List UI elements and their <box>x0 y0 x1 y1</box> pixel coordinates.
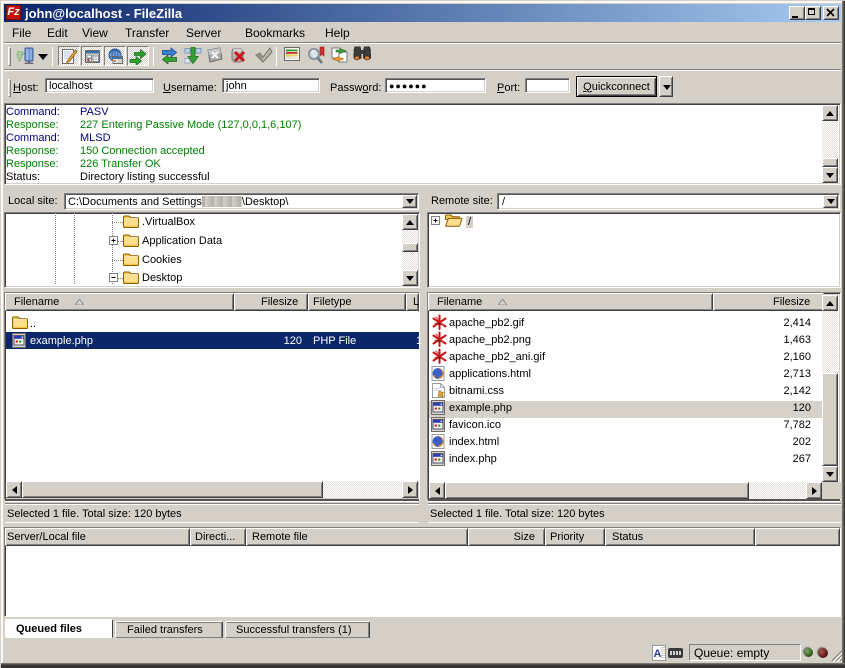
svg-text:A: A <box>654 648 662 660</box>
